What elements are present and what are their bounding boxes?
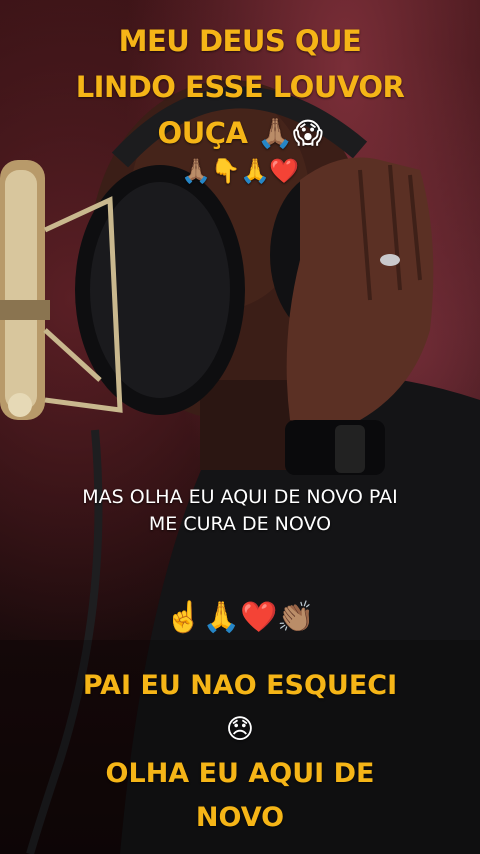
sad-face-emoji-icon: 😞	[225, 714, 255, 745]
praise-emoji-row-icon: ☝️🙏❤️👏🏽	[165, 600, 315, 635]
bottom-caption-line4: NOVO	[195, 802, 285, 833]
lyric-caption-line2: ME CURA DE NOVO	[148, 513, 332, 535]
top-caption-line2: LINDO ESSE LOUVOR	[75, 70, 405, 104]
lyric-caption: MAS OLHA EU AQUI DE NOVO PAI ME CURA DE …	[0, 484, 480, 538]
top-caption-line3-text: OUÇA	[157, 116, 248, 150]
lyric-caption-line1: MAS OLHA EU AQUI DE NOVO PAI	[82, 486, 398, 508]
praying-shocked-emoji-icon: 🙏🏽😱	[257, 116, 323, 150]
bottom-caption-line1: PAI EU NAO ESQUECI	[82, 670, 398, 701]
bottom-caption-line3: OLHA EU AQUI DE	[105, 758, 375, 789]
bottom-caption: PAI EU NAO ESQUECI 😞 OLHA EU AQUI DE NOV…	[0, 664, 480, 840]
top-caption-line3: OUÇA 🙏🏽😱	[0, 110, 480, 156]
top-caption-line1: MEU DEUS QUE	[118, 24, 362, 58]
top-caption: MEU DEUS QUE LINDO ESSE LOUVOR OUÇA 🙏🏽😱 …	[0, 18, 480, 186]
prayer-hearts-emoji-icon: 🙏🏽👇🙏❤️	[181, 157, 299, 185]
ring	[380, 254, 400, 266]
